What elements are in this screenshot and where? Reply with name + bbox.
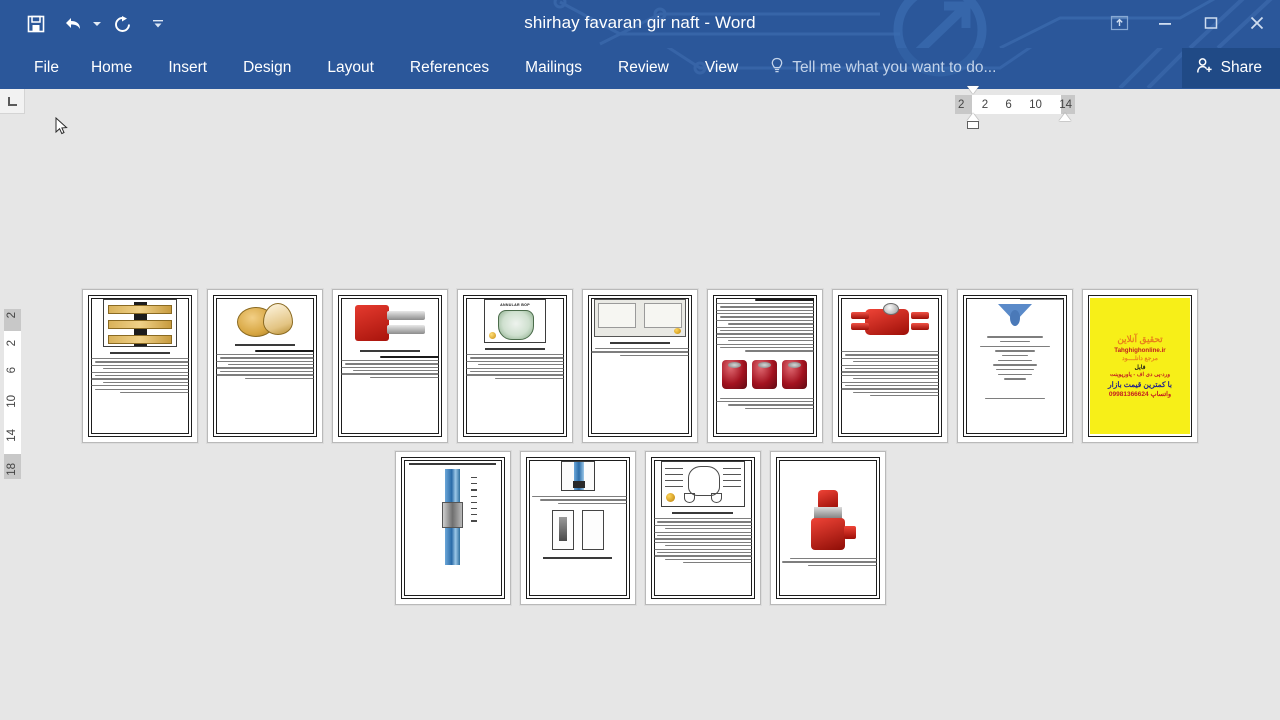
tab-review[interactable]: Review — [600, 48, 687, 88]
page-image-valve-schematic — [546, 510, 610, 551]
page-image-donut-seal — [237, 299, 293, 339]
figure-caption — [672, 511, 733, 514]
h-tick-1: 2 — [981, 98, 989, 111]
body-text — [841, 351, 939, 397]
page-image-wellhead-valve — [806, 489, 856, 552]
figure-caption — [409, 462, 496, 465]
advert-line-3: مرجع دانلــــود — [1122, 356, 1158, 362]
page-image-packer-tool — [435, 469, 477, 565]
header-text — [966, 299, 1064, 301]
figure-caption-text — [779, 557, 877, 567]
page-thumbnail[interactable] — [832, 289, 948, 443]
h-tick-0: 2 — [958, 98, 965, 111]
tab-home[interactable]: Home — [73, 48, 150, 88]
page-image-ram-bop — [353, 299, 427, 345]
page-image-bop-line-drawing — [660, 461, 745, 507]
page-image-tool-photo — [560, 461, 595, 491]
figure-caption-text — [529, 496, 627, 505]
footer-text — [966, 397, 1064, 400]
h-tick-4: 14 — [1059, 98, 1072, 111]
tab-stop-selector-button[interactable] — [0, 89, 25, 114]
document-work-area[interactable]: 2 2 6 10 14 2 2 6 10 14 18 ANNULAR BOP ت… — [0, 86, 1280, 720]
page-thumbnail[interactable] — [582, 289, 698, 443]
title-block — [966, 336, 1064, 380]
body-text — [653, 518, 752, 564]
page-thumbnail[interactable]: ANNULAR BOP — [457, 289, 573, 443]
ribbon-display-options-button[interactable] — [1096, 0, 1142, 46]
ribbon-tab-strip[interactable]: File Home Insert Design Layout Reference… — [0, 48, 1280, 88]
left-indent-marker[interactable] — [967, 121, 979, 129]
page-thumbnail[interactable] — [207, 289, 323, 443]
advert-line-7: 09981366624 واتساپ — [1108, 391, 1172, 398]
advert-line-2: Tahghighonline.ir — [1114, 346, 1166, 354]
page-thumbnail[interactable] — [957, 289, 1073, 443]
page-thumbnail[interactable] — [394, 451, 511, 605]
window-title: shirhay favaran gir naft - Word — [524, 13, 756, 32]
figure-caption — [359, 349, 421, 352]
ribbon-tabs[interactable]: File Home Insert Design Layout Reference… — [0, 48, 756, 88]
advert-line-6: با کمترین قیمت بازار — [1108, 379, 1172, 389]
tell-me-placeholder: Tell me what you want to do... — [792, 59, 997, 76]
horizontal-ruler[interactable]: 2 2 6 10 14 — [955, 86, 1075, 129]
h-tick-2: 6 — [1005, 98, 1012, 111]
restore-button[interactable] — [1188, 0, 1234, 46]
tab-design[interactable]: Design — [225, 48, 309, 88]
page-row-1: ANNULAR BOP تحقیق آنلاین Tahghighonline.… — [82, 289, 1198, 443]
figure-caption — [609, 341, 671, 344]
share-label: Share — [1220, 59, 1262, 76]
tab-file[interactable]: File — [20, 48, 73, 88]
window-controls[interactable] — [1096, 0, 1280, 48]
body-text-secondary — [716, 397, 814, 410]
page-thumbnail[interactable] — [707, 289, 823, 443]
page-image-bop-schematic — [594, 299, 686, 337]
advert-line-5: ورد-پی دی اف - پاورپوینت — [1109, 372, 1171, 378]
figure-caption — [234, 343, 296, 346]
h-tick-3: 10 — [1029, 98, 1042, 111]
lightbulb-icon — [770, 57, 784, 80]
figure-caption — [484, 347, 546, 350]
right-indent-marker[interactable] — [1059, 113, 1071, 121]
tab-layout[interactable]: Layout — [309, 48, 392, 88]
tab-view[interactable]: View — [687, 48, 756, 88]
body-text — [466, 354, 564, 380]
left-tab-icon — [7, 96, 17, 106]
horizontal-ruler-ticks: 2 2 6 10 14 — [955, 99, 1075, 111]
body-text — [716, 299, 814, 352]
body-text — [91, 358, 189, 394]
page-thumbnail-grid[interactable]: ANNULAR BOP تحقیق آنلاین Tahghighonline.… — [0, 289, 1280, 605]
minimize-button[interactable] — [1142, 0, 1188, 46]
page-image-ram-bop-3d — [851, 299, 929, 345]
page-thumbnail[interactable] — [644, 451, 761, 605]
title-bar: shirhay favaran gir naft - Word — [0, 0, 1280, 48]
tab-insert[interactable]: Insert — [150, 48, 225, 88]
advert-line-1: تحقیق آنلاین — [1117, 334, 1163, 344]
page-thumbnail[interactable] — [519, 451, 636, 605]
mouse-cursor — [55, 117, 68, 135]
annular-bop-label: ANNULAR BOP — [500, 303, 530, 307]
share-button[interactable]: Share — [1181, 48, 1280, 88]
page-thumbnail[interactable] — [82, 289, 198, 443]
page-row-2 — [394, 451, 886, 605]
first-line-indent-marker[interactable] — [967, 86, 979, 94]
body-text — [341, 356, 439, 379]
university-logo-icon — [998, 304, 1032, 330]
hanging-indent-marker[interactable] — [967, 113, 979, 121]
page-thumbnail[interactable] — [769, 451, 886, 605]
tell-me-search[interactable]: Tell me what you want to do... — [770, 57, 996, 80]
advert-page: تحقیق آنلاین Tahghighonline.ir مرجع دانل… — [1090, 298, 1190, 434]
body-text — [591, 348, 689, 357]
page-thumbnail[interactable]: تحقیق آنلاین Tahghighonline.ir مرجع دانل… — [1082, 289, 1198, 443]
advert-line-4: فایل — [1134, 364, 1146, 371]
page-image-annular-elements — [722, 358, 808, 392]
page-thumbnail[interactable] — [332, 289, 448, 443]
page-image-bop-stack — [103, 299, 177, 347]
close-button[interactable] — [1234, 0, 1280, 46]
figure-caption — [543, 557, 612, 560]
figure-caption — [109, 351, 171, 354]
share-person-icon — [1196, 57, 1214, 80]
page-image-annular-bop: ANNULAR BOP — [484, 299, 546, 343]
tab-references[interactable]: References — [392, 48, 507, 88]
body-text — [216, 350, 314, 379]
tab-mailings[interactable]: Mailings — [507, 48, 600, 88]
